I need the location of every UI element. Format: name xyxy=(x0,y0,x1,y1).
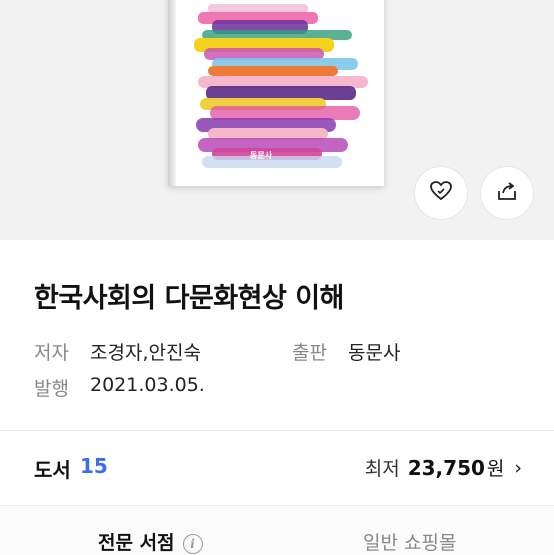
cover-publisher-mark: 동문사 xyxy=(250,151,273,160)
price-unit: 원 xyxy=(486,458,505,480)
like-button[interactable] xyxy=(414,166,468,220)
lowest-price-value: 23,750 xyxy=(407,455,485,480)
share-button[interactable] xyxy=(480,166,534,220)
book-title: 한국사회의 다문화현상 이해 xyxy=(34,283,344,314)
tab-specialty-label: 전문 서점 xyxy=(98,532,175,554)
cover-art xyxy=(168,0,384,186)
store-tab-bar: 전문 서점 i 일반 쇼핑몰 xyxy=(0,505,554,555)
heart-icon xyxy=(429,179,453,207)
share-icon xyxy=(495,179,519,207)
chevron-right-icon: › xyxy=(514,456,522,479)
books-count: 15 xyxy=(80,454,108,478)
books-label: 도서 xyxy=(34,458,71,482)
lowest-price-label: 최저 xyxy=(364,458,400,480)
book-cover[interactable]: 동문사 xyxy=(168,0,384,186)
published-date: 2021.03.05. xyxy=(90,374,205,396)
author-value: 조경자,안진숙 xyxy=(90,342,201,364)
author-label: 저자 xyxy=(34,342,69,364)
info-icon[interactable]: i xyxy=(182,533,203,554)
section-divider xyxy=(0,430,554,431)
tab-specialty-bookstore[interactable]: 전문 서점 i xyxy=(98,528,203,555)
book-spine xyxy=(168,0,176,186)
published-label: 발행 xyxy=(34,378,69,400)
book-cover-area: 동문사 xyxy=(0,0,554,240)
publisher-value: 동문사 xyxy=(348,342,401,364)
tab-general-shopping[interactable]: 일반 쇼핑몰 xyxy=(363,528,456,555)
lowest-price-link[interactable]: 최저 23,750 원 › xyxy=(365,454,522,481)
publisher-label: 출판 xyxy=(292,342,327,364)
